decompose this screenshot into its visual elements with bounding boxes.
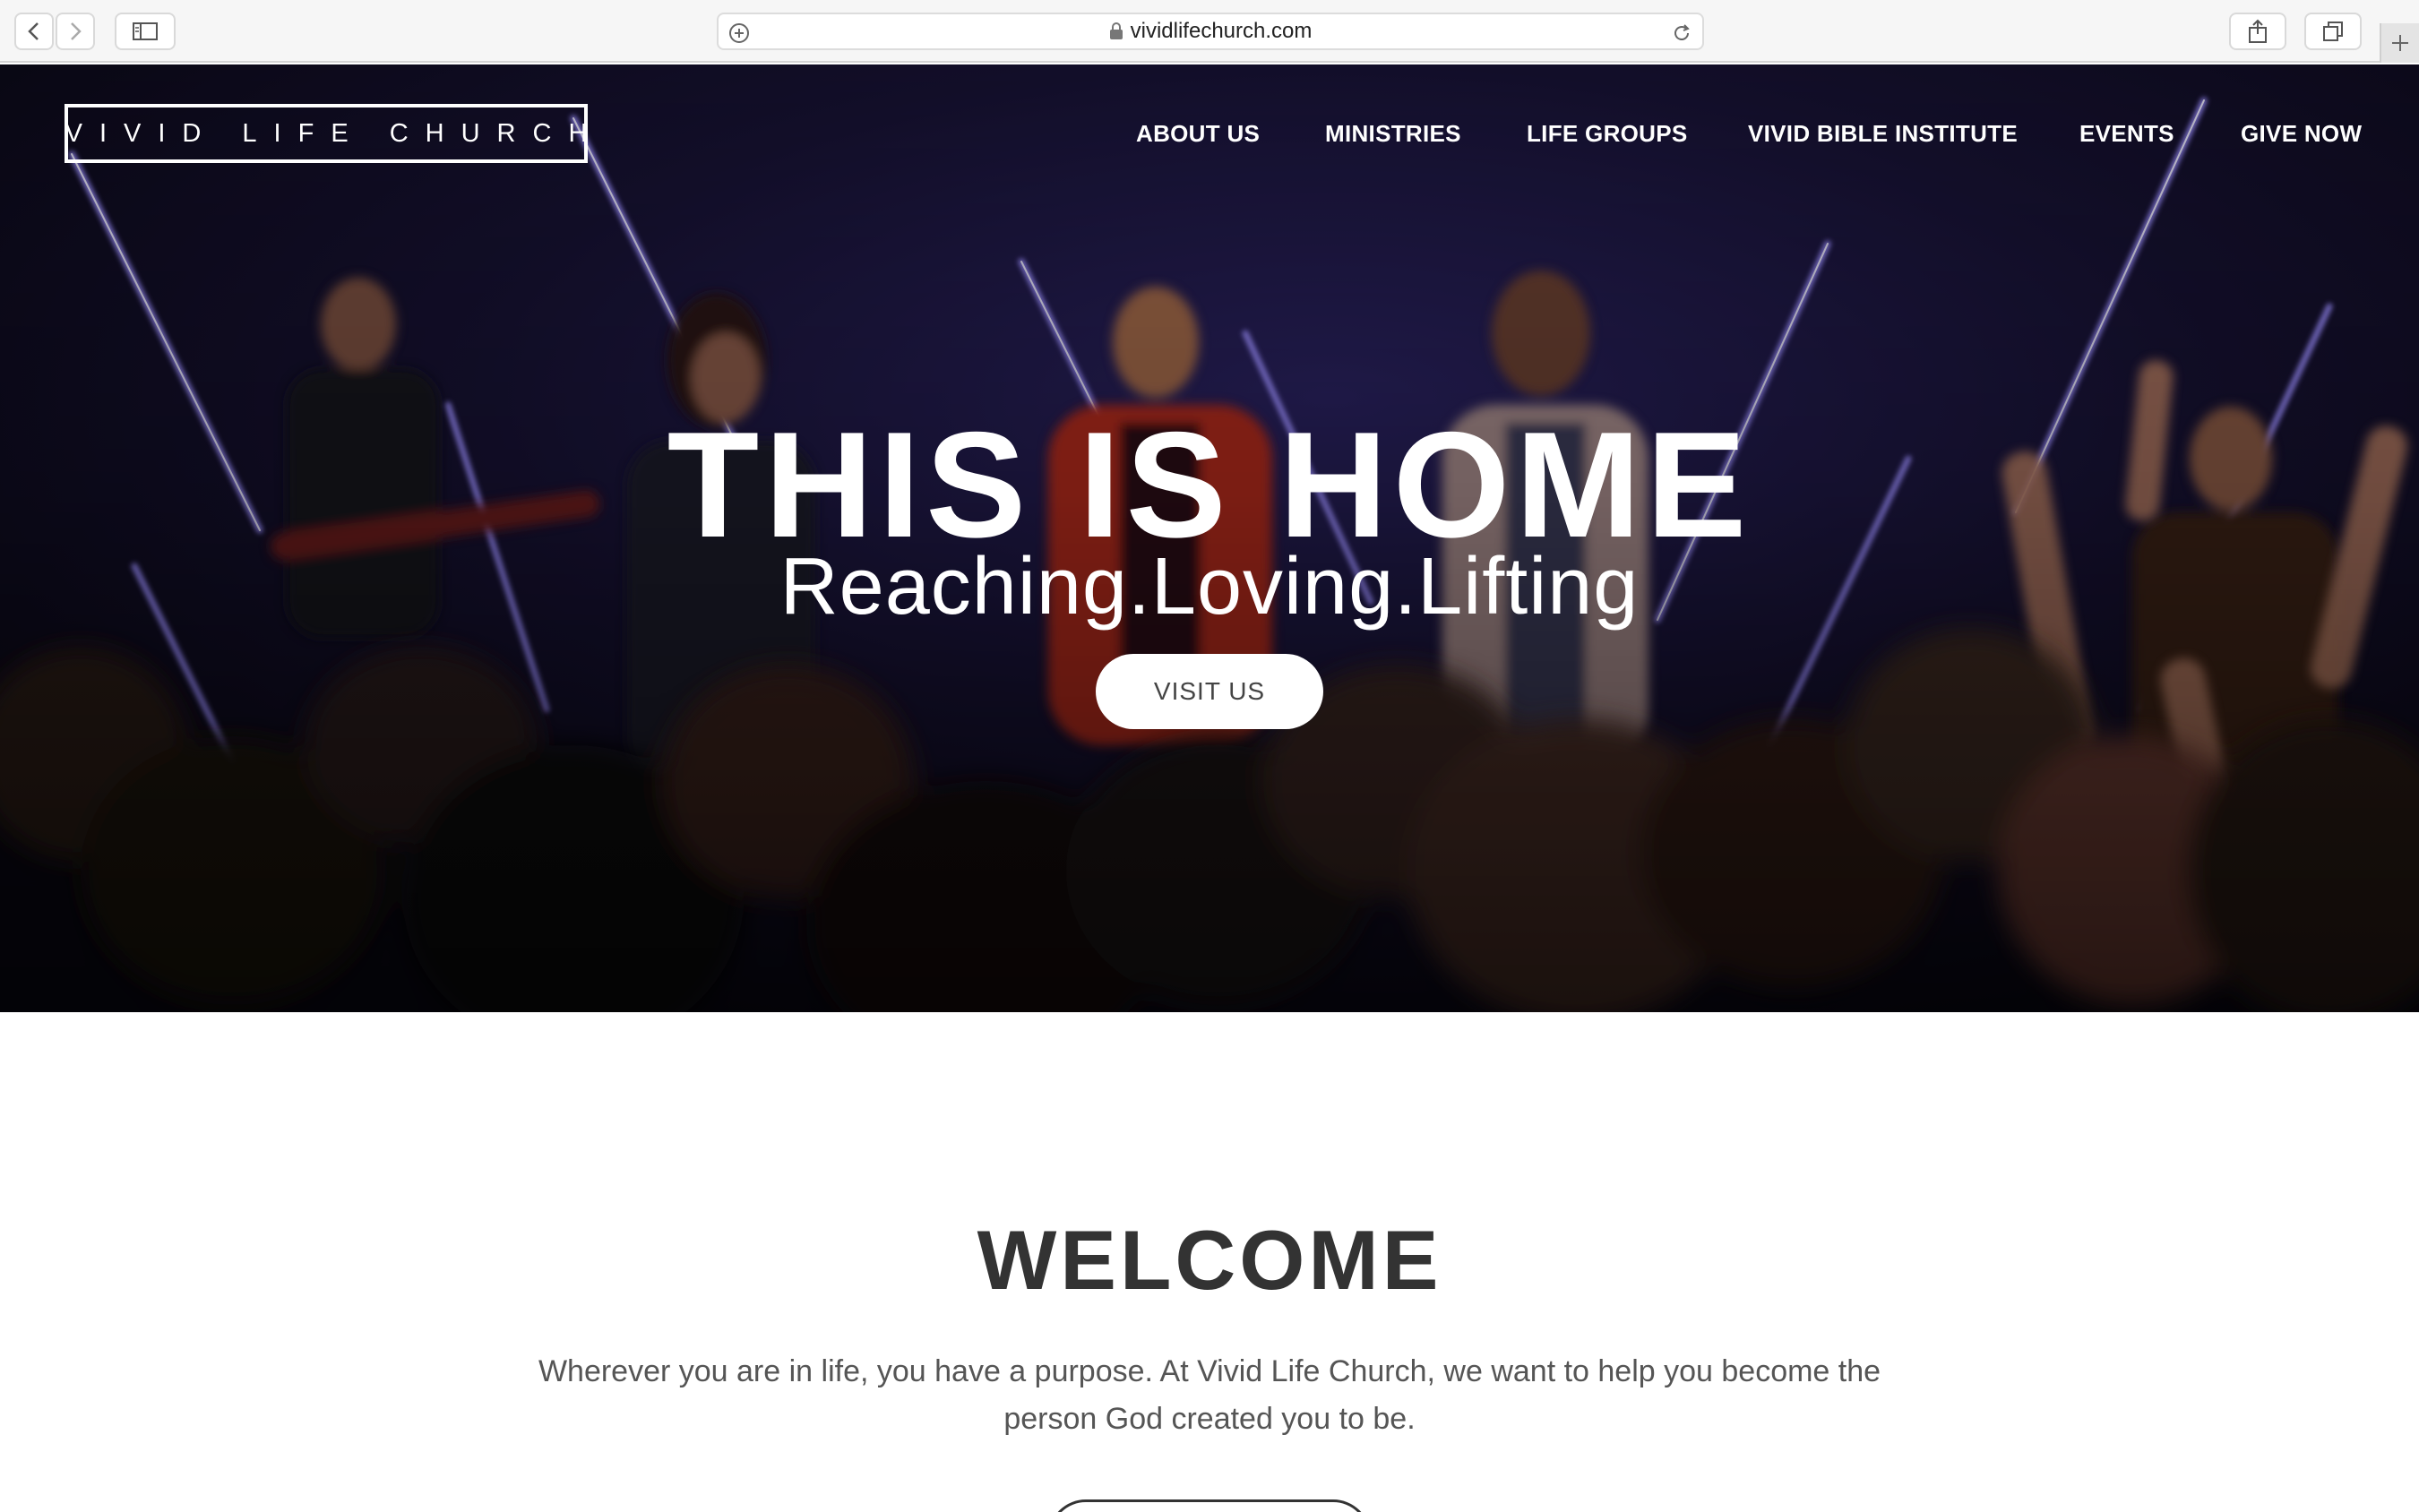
nav-give-now[interactable]: GIVE NOW (2241, 120, 2362, 148)
welcome-title: WELCOME (977, 1213, 1442, 1307)
nav-vivid-bible-institute[interactable]: VIVID BIBLE INSTITUTE (1748, 120, 2018, 148)
nav-events[interactable]: EVENTS (2079, 120, 2174, 148)
new-tab-icon (2392, 35, 2408, 51)
tabs-icon (2323, 21, 2343, 41)
share-button[interactable] (2229, 13, 2286, 50)
lock-icon (1109, 22, 1123, 39)
hero-section: VIVID LIFE CHURCH ABOUT US MINISTRIES LI… (0, 64, 2419, 1012)
nav-life-groups[interactable]: LIFE GROUPS (1527, 120, 1688, 148)
hero-subtitle: Reaching.Loving.Lifting (779, 542, 1640, 631)
nav-about-us[interactable]: ABOUT US (1136, 120, 1260, 148)
back-button[interactable] (14, 13, 54, 50)
url-text: vividlifechurch.com (1130, 19, 1313, 43)
visit-us-button[interactable]: VISIT US (1096, 654, 1323, 729)
address-bar[interactable]: vividlifechurch.com (717, 13, 1704, 50)
browser-toolbar: vividlifechurch.com (0, 0, 2419, 63)
back-icon (28, 22, 39, 40)
sidebar-button[interactable] (115, 13, 176, 50)
reload-icon[interactable] (1670, 21, 1693, 45)
forward-button[interactable] (56, 13, 95, 50)
welcome-text: Wherever you are in life, you have a pur… (538, 1354, 1881, 1436)
share-icon (2249, 19, 2267, 43)
welcome-button[interactable] (1048, 1499, 1371, 1512)
forward-icon (71, 22, 82, 40)
main-nav: ABOUT US MINISTRIES LIFE GROUPS VIVID BI… (0, 120, 2419, 156)
nav-ministries[interactable]: MINISTRIES (1325, 120, 1461, 148)
new-tab-button[interactable] (2380, 23, 2419, 63)
sidebar-icon (133, 22, 158, 40)
tabs-button[interactable] (2304, 13, 2362, 50)
add-icon[interactable] (727, 21, 751, 45)
hero-title: THIS IS HOME (667, 400, 1752, 569)
